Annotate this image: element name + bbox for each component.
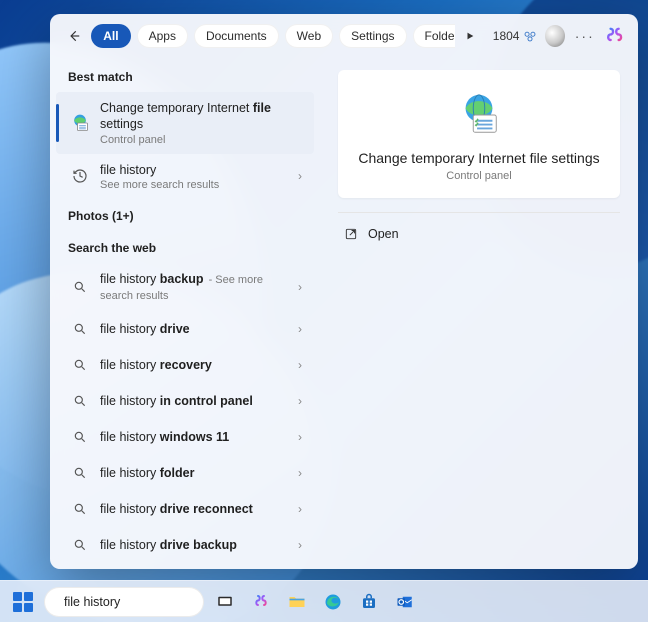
chevron-right-icon: › (298, 169, 302, 183)
open-icon (344, 227, 358, 241)
details-pane: Change temporary Internet file settings … (320, 56, 638, 569)
action-open-label: Open (368, 227, 399, 241)
filter-tabs: All Apps Documents Web Settings Folders … (91, 24, 455, 48)
chevron-right-icon: › (298, 502, 302, 516)
result-best-match[interactable]: Change temporary Internet file settings … (56, 92, 314, 154)
result-title: file history in control panel (100, 393, 288, 409)
result-title: file history recovery (100, 357, 288, 373)
section-best-match: Best match (50, 60, 320, 92)
web-result[interactable]: file history drive reconnect › (56, 491, 314, 527)
section-photos[interactable]: Photos (1+) (50, 199, 320, 231)
tab-settings[interactable]: Settings (339, 24, 406, 48)
rewards-points[interactable]: 1804 (493, 29, 538, 43)
taskbar-edge[interactable] (318, 587, 348, 617)
chevron-right-icon: › (298, 430, 302, 444)
tab-all[interactable]: All (91, 24, 130, 48)
chevron-right-icon: › (298, 358, 302, 372)
search-icon (73, 280, 87, 294)
chevron-right-icon: › (298, 322, 302, 336)
search-icon (73, 466, 87, 480)
taskbar-store[interactable] (354, 587, 384, 617)
tab-apps[interactable]: Apps (137, 24, 188, 48)
scroll-tabs-button[interactable] (463, 31, 477, 41)
edge-icon (324, 593, 342, 611)
section-web: Search the web (50, 231, 320, 263)
details-card: Change temporary Internet file settings … (338, 70, 620, 198)
action-open[interactable]: Open (338, 219, 620, 249)
more-options-button[interactable]: ··· (573, 28, 597, 44)
folder-icon (287, 592, 307, 612)
rewards-icon (523, 29, 537, 43)
result-file-history[interactable]: file history See more search results › (56, 154, 314, 199)
search-topbar: All Apps Documents Web Settings Folders … (50, 14, 638, 56)
tab-web[interactable]: Web (285, 24, 333, 48)
outlook-icon (396, 593, 414, 611)
chevron-right-icon: › (298, 466, 302, 480)
search-icon (73, 538, 87, 552)
copilot-icon (252, 593, 270, 611)
web-result[interactable]: file history in control panel › (56, 383, 314, 419)
result-subtitle: See more search results (100, 179, 288, 191)
search-panel: All Apps Documents Web Settings Folders … (50, 14, 638, 569)
play-icon (465, 31, 475, 41)
taskbar-search[interactable] (44, 587, 204, 617)
result-title: Change temporary Internet file settings (100, 100, 302, 133)
result-title: file history windows 11 (100, 429, 288, 445)
internet-options-icon (70, 113, 90, 133)
result-title: file history drive (100, 321, 288, 337)
history-icon (72, 168, 88, 184)
chevron-right-icon: › (298, 280, 302, 294)
chevron-right-icon: › (298, 538, 302, 552)
web-result[interactable]: file history folder › (56, 455, 314, 491)
result-title: file history drive backup (100, 537, 288, 553)
result-title: file history drive reconnect (100, 501, 288, 517)
taskbar (0, 580, 648, 622)
store-icon (360, 593, 378, 611)
web-result[interactable]: file history windows 11 › (56, 419, 314, 455)
arrow-left-icon (67, 29, 81, 43)
back-button[interactable] (64, 25, 83, 47)
search-icon (73, 394, 87, 408)
chevron-right-icon: › (298, 394, 302, 408)
web-result[interactable]: file history drive backup › (56, 527, 314, 563)
web-result[interactable]: file history recovery › (56, 347, 314, 383)
taskbar-explorer[interactable] (282, 587, 312, 617)
points-value: 1804 (493, 29, 520, 43)
task-view-icon (216, 593, 234, 611)
result-title: file history folder (100, 465, 288, 481)
result-subtitle: Control panel (100, 134, 302, 146)
search-icon (73, 358, 87, 372)
results-list: Best match Change temporary Internet fil… (50, 56, 320, 569)
web-result[interactable]: file history drive › (56, 311, 314, 347)
copilot-icon[interactable] (605, 25, 624, 47)
details-title: Change temporary Internet file settings (358, 150, 599, 166)
result-title: file history backup - See more search re… (100, 271, 288, 304)
result-title: file history (100, 162, 288, 178)
start-button[interactable] (8, 587, 38, 617)
taskbar-outlook[interactable] (390, 587, 420, 617)
search-icon (73, 322, 87, 336)
taskbar-task-view[interactable] (210, 587, 240, 617)
internet-options-large-icon (456, 92, 502, 138)
details-subtitle: Control panel (446, 170, 511, 182)
taskbar-search-input[interactable] (64, 595, 225, 609)
web-result[interactable]: file history backup - See more search re… (56, 263, 314, 312)
divider (338, 212, 620, 213)
tab-folders[interactable]: Folders (413, 24, 455, 48)
taskbar-copilot[interactable] (246, 587, 276, 617)
search-icon (73, 502, 87, 516)
tab-documents[interactable]: Documents (194, 24, 279, 48)
account-avatar[interactable] (545, 25, 564, 47)
search-icon (73, 430, 87, 444)
